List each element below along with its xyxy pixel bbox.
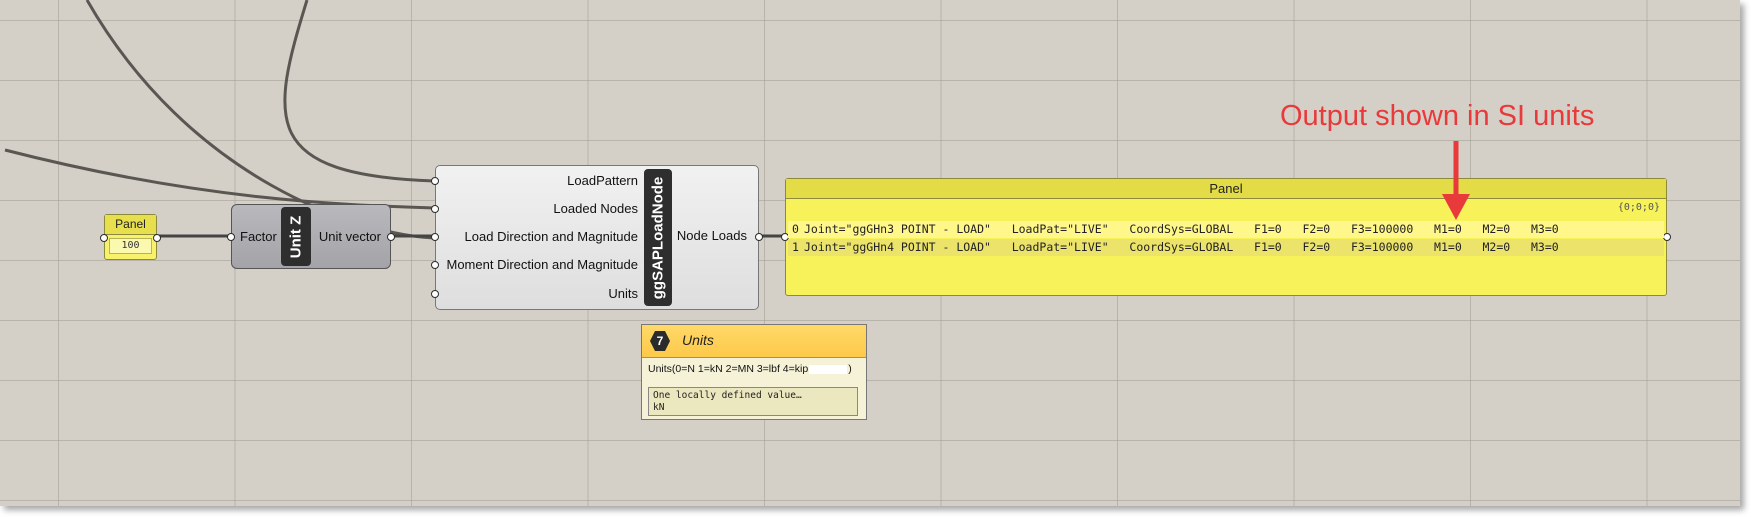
tooltip-header: 7 Units (642, 325, 866, 358)
panel-small-output-port[interactable] (100, 234, 108, 242)
panel-row: 1 Joint="ggGHn4 POINT - LOAD" LoadPat="LI… (788, 239, 1664, 256)
panel-row-text: Joint="ggGHn3 POINT - LOAD" LoadPat="LIV… (804, 222, 1559, 236)
panel-row-text: Joint="ggGHn4 POINT - LOAD" LoadPat="LIV… (804, 240, 1559, 254)
moment-direction-input-port[interactable] (431, 261, 439, 269)
tooltip-value-line2: kN (653, 402, 665, 413)
units-tooltip: 7 Units Units(0=N 1=kN 2=MN 3=lbf 4=kip)… (641, 324, 867, 420)
panel-small-value[interactable]: 100 (109, 238, 152, 254)
panel-row: 0 Joint="ggGHn3 POINT - LOAD" LoadPat="LI… (788, 221, 1664, 238)
moment-direction-label: Moment Direction and Magnitude (446, 257, 639, 272)
panel-small-output-port-right[interactable] (153, 234, 161, 242)
panel-row-index: 1 (792, 240, 799, 254)
annotation-arrow-icon (1442, 141, 1470, 220)
load-direction-label: Load Direction and Magnitude (464, 229, 638, 244)
tooltip-value-line1: One locally defined value… (653, 390, 802, 401)
unit-vector-output-port[interactable] (387, 233, 395, 241)
node-loads-output-label: Node Loads (676, 228, 747, 243)
load-direction-input-port[interactable] (431, 233, 439, 241)
factor-input-port[interactable] (227, 233, 235, 241)
unit-vector-output-label: Unit vector (318, 229, 381, 244)
units-label: Units (608, 286, 638, 301)
tooltip-title: Units (682, 332, 714, 348)
panel-row-index: 0 (792, 222, 799, 236)
tooltip-description: Units(0=N 1=kN 2=MN 3=lbf 4=kip) (648, 363, 852, 375)
node-loads-output-port[interactable] (755, 233, 763, 241)
exposure-badge-icon: 7 (650, 331, 670, 351)
panel-output-output-port[interactable] (1663, 233, 1671, 241)
panel-small[interactable]: Panel 100 (100, 214, 161, 260)
tooltip-value-box: One locally defined value… kN (648, 387, 858, 416)
grasshopper-canvas[interactable]: Panel 100 Factor Unit Z Unit vector Load… (0, 0, 1740, 506)
factor-input-label: Factor (240, 229, 277, 244)
units-input-port[interactable] (431, 290, 439, 298)
